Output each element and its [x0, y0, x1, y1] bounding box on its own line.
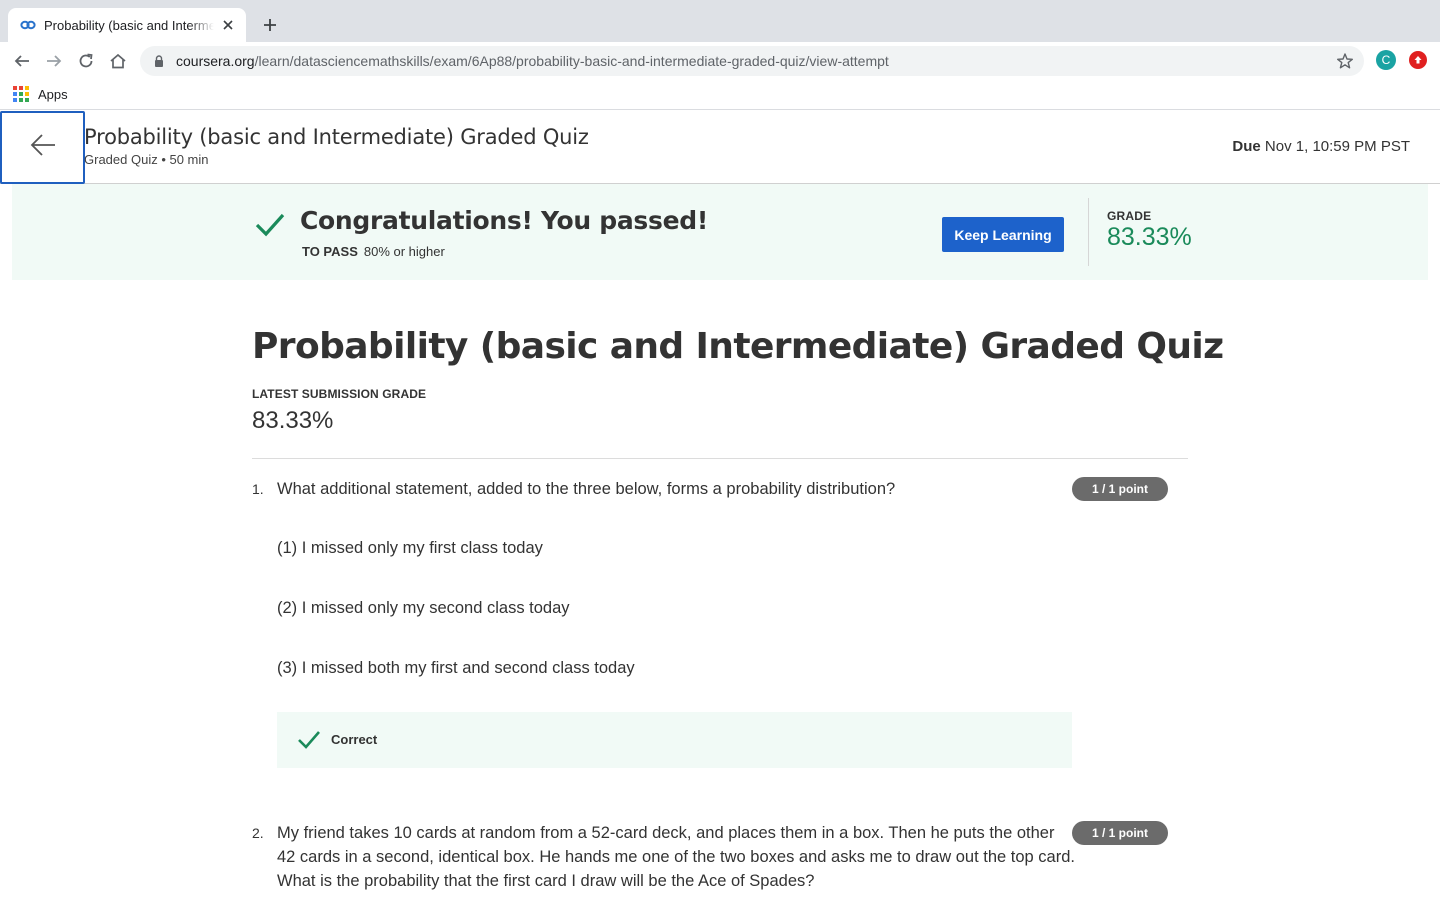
due-date: Due Nov 1, 10:59 PM PST	[1232, 138, 1410, 155]
forward-arrow-icon[interactable]	[42, 49, 66, 73]
to-pass-requirement: TO PASS 80% or higher	[302, 244, 445, 259]
new-tab-icon[interactable]	[258, 13, 282, 37]
to-pass-label: TO PASS	[302, 244, 358, 259]
extension-upload-icon[interactable]	[1409, 51, 1427, 69]
feedback-label: Correct	[331, 732, 378, 747]
due-value: Nov 1, 10:59 PM PST	[1264, 138, 1410, 155]
question-statement: (1) I missed only my first class today	[277, 539, 543, 557]
question-text: What additional statement, added to the …	[277, 480, 896, 498]
apps-shortcut[interactable]: Apps	[13, 86, 68, 102]
apps-label: Apps	[38, 86, 68, 102]
bookmark-star-icon[interactable]	[1336, 52, 1354, 70]
check-icon	[254, 208, 286, 240]
grade-value: 83.33%	[1107, 223, 1192, 251]
latest-grade-label: LATEST SUBMISSION GRADE	[252, 387, 427, 401]
home-icon[interactable]	[106, 49, 130, 73]
header-subtitle: Graded Quiz • 50 min	[84, 152, 209, 167]
question-text: My friend takes 10 cards at random from …	[277, 824, 1075, 890]
check-icon	[297, 729, 321, 751]
grade-label: GRADE	[1107, 209, 1152, 223]
back-button[interactable]	[0, 111, 85, 184]
browser-tab[interactable]: Probability (basic and Intermediate) Gra…	[8, 8, 246, 42]
divider	[252, 458, 1188, 459]
coursera-favicon-icon	[20, 17, 36, 33]
address-bar[interactable]: coursera.org/learn/datasciencemathskills…	[140, 46, 1364, 76]
keep-learning-button[interactable]: Keep Learning	[942, 217, 1064, 252]
to-pass-value: 80% or higher	[363, 244, 445, 259]
profile-avatar[interactable]: C	[1376, 50, 1396, 70]
apps-grid-icon	[13, 86, 29, 102]
page-title: Probability (basic and Intermediate) Gra…	[252, 326, 1224, 367]
question-number: 2.	[252, 825, 264, 841]
question-statement: (3) I missed both my first and second cl…	[277, 659, 635, 677]
tab-title: Probability (basic and Intermediate) Gra…	[44, 17, 214, 33]
points-badge: 1 / 1 point	[1072, 821, 1168, 845]
back-arrow-icon[interactable]	[10, 49, 34, 73]
browser-tabstrip: Probability (basic and Intermediate) Gra…	[0, 0, 1440, 42]
browser-toolbar: coursera.org/learn/datasciencemathskills…	[0, 42, 1440, 80]
url-host: coursera.org	[176, 53, 255, 69]
lock-icon[interactable]	[152, 54, 166, 68]
latest-grade-value: 83.33%	[252, 407, 334, 434]
divider	[1088, 198, 1089, 266]
reload-icon[interactable]	[74, 49, 98, 73]
bookmarks-bar: Apps	[0, 80, 1440, 110]
due-label: Due	[1232, 138, 1261, 155]
answer-feedback: Correct	[277, 712, 1072, 768]
page-header: Probability (basic and Intermediate) Gra…	[0, 111, 1440, 184]
points-badge: 1 / 1 point	[1072, 477, 1168, 501]
header-title: Probability (basic and Intermediate) Gra…	[84, 125, 589, 149]
url-text: coursera.org/learn/datasciencemathskills…	[176, 53, 889, 69]
question-number: 1.	[252, 481, 264, 497]
close-tab-icon[interactable]	[220, 17, 236, 33]
pass-message: Congratulations! You passed!	[300, 206, 708, 235]
question-statement: (2) I missed only my second class today	[277, 599, 570, 617]
pass-banner: Congratulations! You passed! TO PASS 80% …	[12, 184, 1428, 280]
url-path: /learn/datasciencemathskills/exam/6Ap88/…	[254, 53, 889, 69]
back-arrow-icon	[29, 133, 57, 162]
